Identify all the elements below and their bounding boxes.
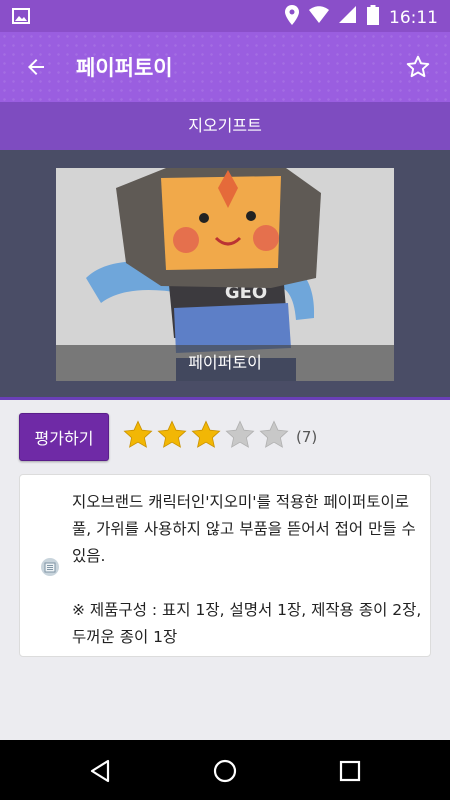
rating-count: (7) — [296, 428, 318, 446]
hero-section: GEO 페이퍼토이 — [0, 150, 450, 400]
description-card: 지오브랜드 캐릭터인'지오미'를 적용한 페이퍼토이로 풀, 가위를 사용하지 … — [19, 474, 431, 657]
category-bar: 지오기프트 — [0, 102, 450, 150]
star-empty-icon[interactable] — [258, 419, 290, 455]
app-bar: 페이퍼토이 — [0, 32, 450, 102]
rate-button[interactable]: 평가하기 — [19, 413, 109, 461]
back-arrow-icon[interactable] — [18, 49, 54, 85]
back-triangle-icon[interactable] — [87, 758, 113, 784]
star-empty-icon[interactable] — [224, 419, 256, 455]
signal-icon — [339, 6, 357, 29]
product-image[interactable]: GEO 페이퍼토이 — [56, 168, 394, 381]
location-icon — [285, 5, 299, 30]
status-bar: 16:11 — [0, 0, 450, 32]
document-icon — [40, 557, 60, 581]
home-circle-icon[interactable] — [212, 758, 238, 784]
description-text: 지오브랜드 캐릭터인'지오미'를 적용한 페이퍼토이로 풀, 가위를 사용하지 … — [72, 493, 422, 646]
star-filled-icon[interactable] — [156, 419, 188, 455]
image-notification-icon — [12, 7, 30, 29]
rating-stars[interactable] — [122, 419, 290, 455]
navigation-bar — [0, 740, 450, 800]
recents-square-icon[interactable] — [337, 758, 363, 784]
image-caption: 페이퍼토이 — [56, 345, 394, 381]
battery-icon — [367, 5, 379, 30]
clock-time: 16:11 — [389, 7, 438, 28]
wifi-icon — [309, 6, 329, 29]
star-filled-icon[interactable] — [190, 419, 222, 455]
page-title: 페이퍼토이 — [76, 56, 173, 80]
star-filled-icon[interactable] — [122, 419, 154, 455]
favorite-star-icon[interactable] — [400, 49, 436, 85]
